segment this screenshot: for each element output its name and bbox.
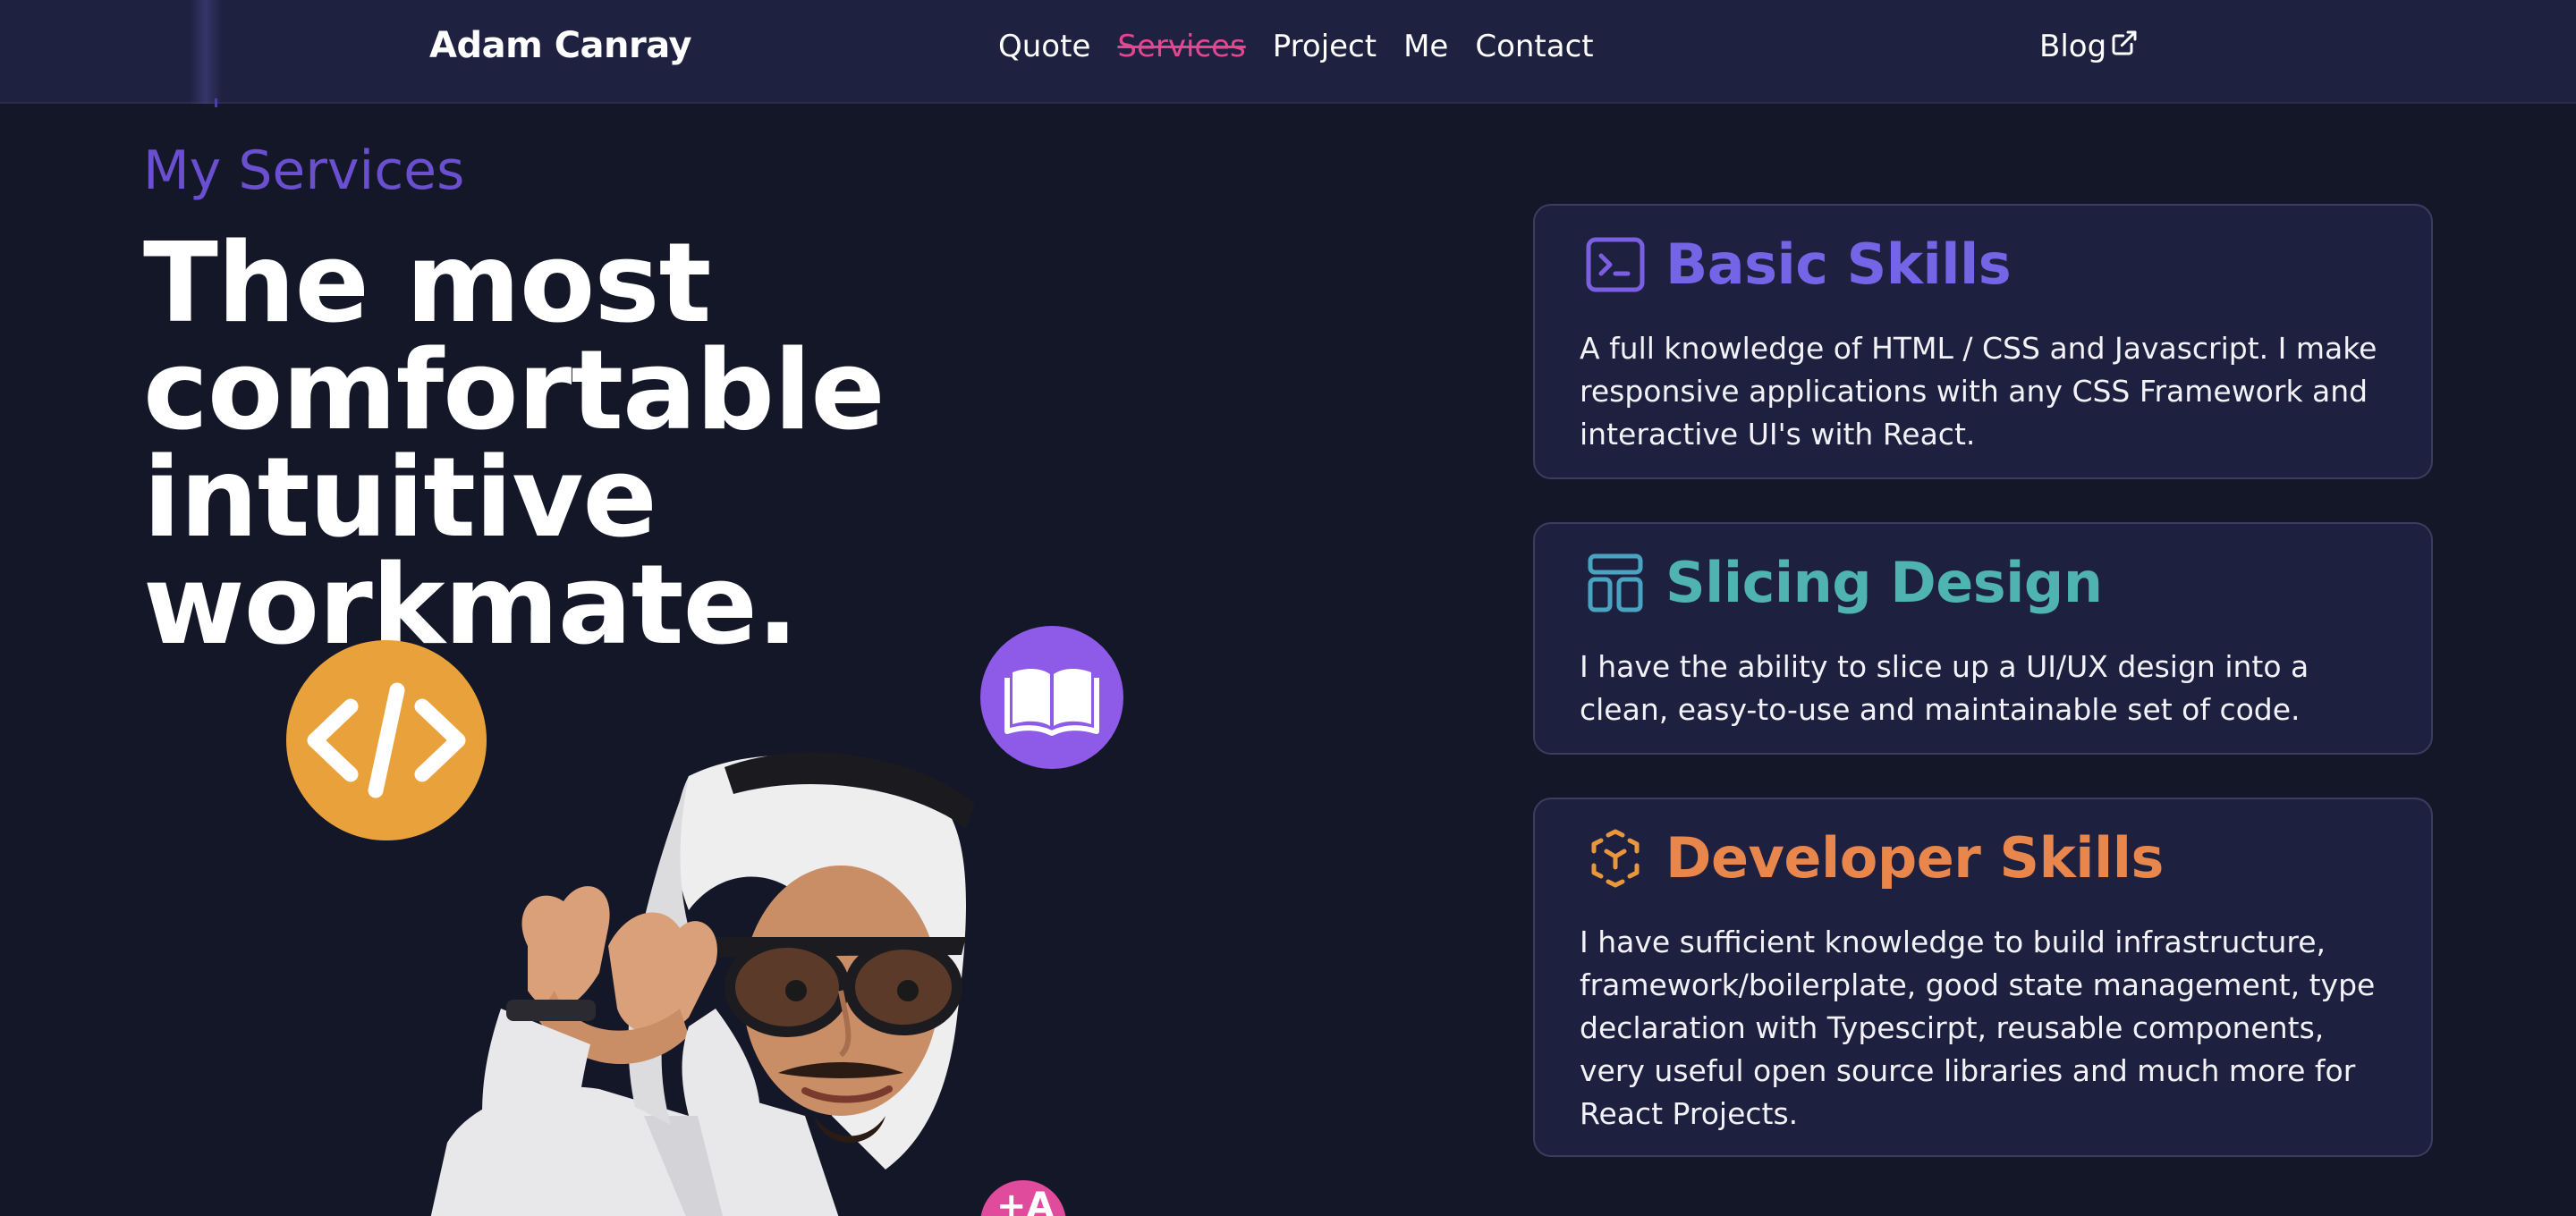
service-card-basic-skills: Basic Skills A full knowledge of HTML / … (1533, 204, 2433, 479)
layout-icon (1583, 551, 1648, 615)
card-title: Developer Skills (1665, 825, 2164, 891)
service-card-slicing-design: Slicing Design I have the ability to sli… (1533, 522, 2433, 755)
nav-links: Quote Services Project Me Contact (998, 29, 1594, 64)
terminal-icon (1583, 232, 1648, 297)
card-title: Slicing Design (1665, 550, 2103, 615)
avatar-illustration (430, 752, 975, 1216)
navbar: Adam Canray Quote Services Project Me Co… (0, 0, 2576, 104)
section-kicker: My Services (143, 139, 465, 202)
nav-link-contact[interactable]: Contact (1475, 29, 1593, 64)
card-description: I have the ability to slice up a UI/UX d… (1580, 649, 2309, 727)
nav-link-quote[interactable]: Quote (998, 29, 1090, 64)
nav-link-services[interactable]: Services (1117, 29, 1245, 64)
card-description: A full knowledge of HTML / CSS and Javas… (1580, 331, 2377, 452)
card-title: Basic Skills (1665, 232, 2012, 297)
nav-link-project[interactable]: Project (1273, 29, 1377, 64)
headline-line: comfortable (143, 327, 886, 455)
nav-glow-decoration (190, 0, 222, 104)
service-card-developer-skills: Developer Skills I have sufficient knowl… (1533, 798, 2433, 1157)
brand-logo[interactable]: Adam Canray (429, 25, 692, 66)
card-description: I have sufficient knowledge to build inf… (1580, 925, 2376, 1131)
hero-headline: The most comfortable intuitive workmate. (143, 220, 1306, 670)
nav-link-me[interactable]: Me (1403, 29, 1448, 64)
section-tick-decoration (215, 98, 217, 107)
headline-line: intuitive workmate. (143, 435, 799, 670)
headline-line: The most (143, 220, 711, 348)
blog-label: Blog (2039, 29, 2107, 64)
nav-link-blog[interactable]: Blog (2039, 29, 2139, 64)
external-link-icon (2112, 30, 2137, 55)
cube-icon (1583, 826, 1648, 891)
